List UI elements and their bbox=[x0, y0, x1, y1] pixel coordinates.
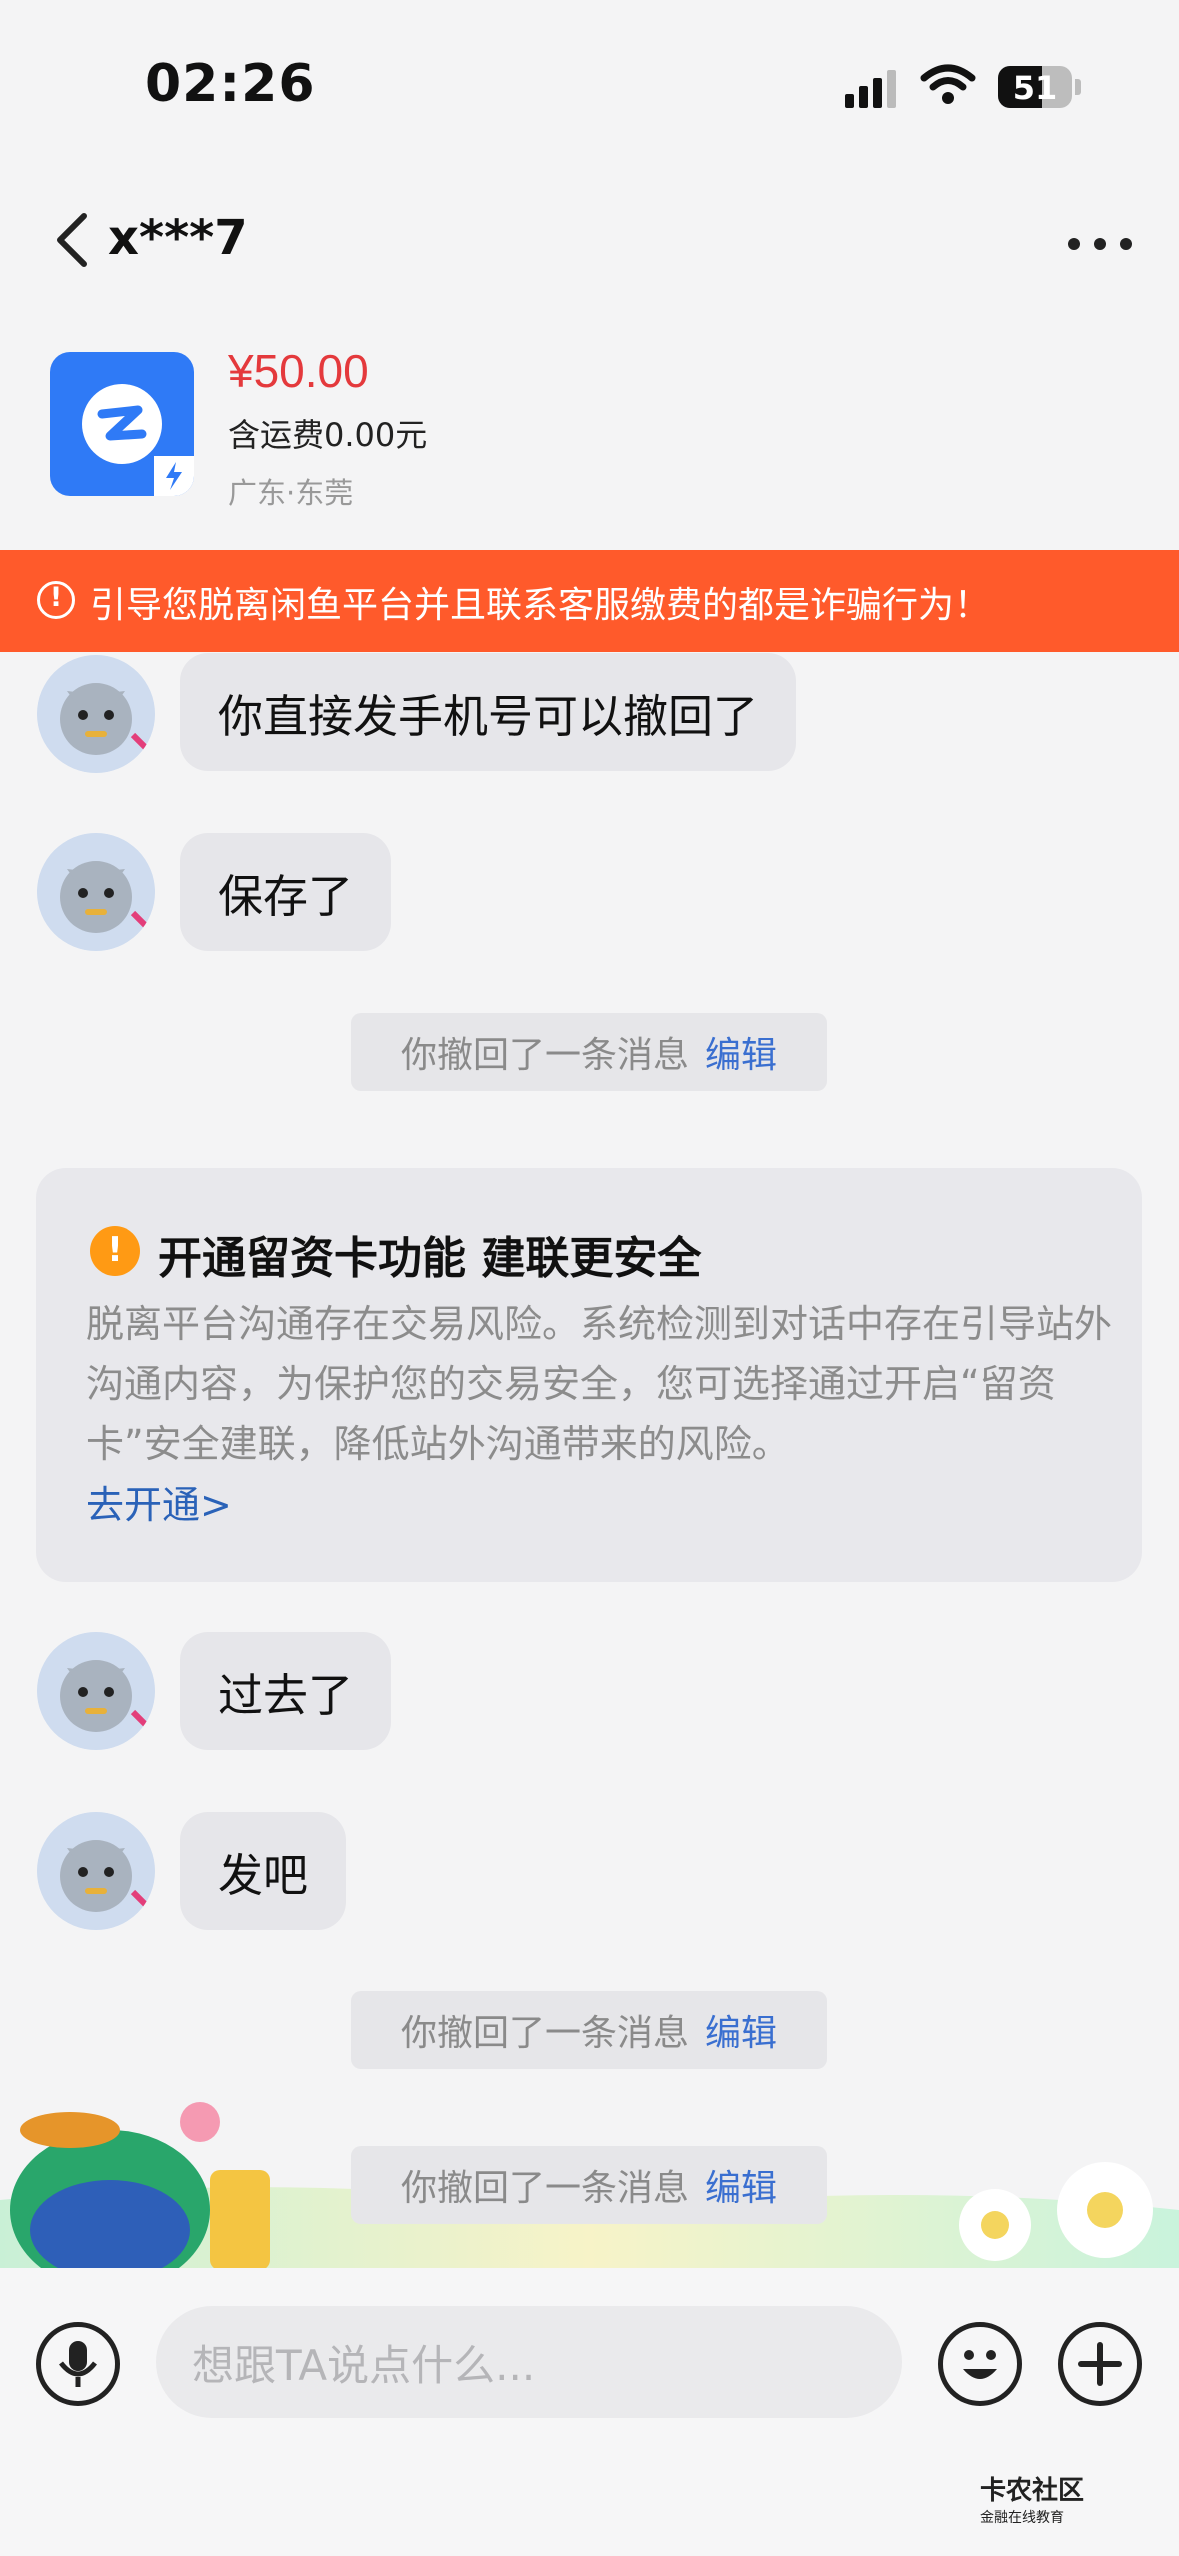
message-bubble[interactable]: 过去了 bbox=[180, 1632, 392, 1750]
battery-icon: 51 bbox=[998, 66, 1072, 108]
activate-link[interactable]: 去开通> bbox=[86, 1474, 232, 1529]
edit-link[interactable]: 编辑 bbox=[705, 1026, 777, 1078]
watermark-tagline: 金融在线教育 bbox=[980, 2510, 1064, 2526]
recall-text: 你撤回了一条消息 bbox=[400, 2168, 689, 2209]
battery-level: 51 bbox=[1012, 69, 1058, 107]
wifi-icon bbox=[920, 64, 976, 104]
message-input[interactable]: 想跟TA说点什么... bbox=[156, 2306, 902, 2418]
microphone-icon bbox=[59, 2341, 97, 2387]
warning-text: 引导您脱离闲鱼平台并且联系客服缴费的都是诈骗行为！ bbox=[90, 585, 991, 626]
shipping-fee: 含运费0.00元 bbox=[228, 416, 428, 454]
chat-title: x***7 bbox=[108, 210, 248, 266]
add-more-button[interactable] bbox=[1058, 2322, 1142, 2406]
product-app-icon[interactable] bbox=[50, 352, 194, 496]
fraud-warning-banner: 引导您脱离闲鱼平台并且联系客服缴费的都是诈骗行为！ bbox=[0, 550, 1179, 652]
recall-text: 你撤回了一条消息 bbox=[400, 1035, 689, 1076]
cellular-signal-icon bbox=[845, 68, 897, 108]
avatar[interactable] bbox=[37, 1812, 155, 1930]
recalled-message-notice: 你撤回了一条消息 编辑 bbox=[351, 1991, 827, 2069]
recalled-message-notice: 你撤回了一条消息 编辑 bbox=[351, 2146, 827, 2224]
more-options-icon[interactable] bbox=[1068, 238, 1132, 250]
avatar[interactable] bbox=[37, 833, 155, 951]
seller-location: 广东·东莞 bbox=[228, 476, 354, 510]
alert-icon bbox=[90, 1226, 140, 1276]
status-time: 02:26 bbox=[145, 54, 316, 114]
voice-input-button[interactable] bbox=[36, 2322, 120, 2406]
warning-icon bbox=[37, 581, 75, 619]
emoji-button[interactable] bbox=[938, 2322, 1022, 2406]
message-bubble[interactable]: 你直接发手机号可以撤回了 bbox=[180, 653, 797, 771]
recalled-message-notice: 你撤回了一条消息 编辑 bbox=[351, 1013, 827, 1091]
product-price: ¥50.00 bbox=[228, 345, 369, 397]
message-bubble[interactable]: 发吧 bbox=[180, 1812, 347, 1930]
avatar[interactable] bbox=[37, 1632, 155, 1750]
edit-link[interactable]: 编辑 bbox=[705, 2004, 777, 2056]
battery-tip bbox=[1075, 79, 1081, 95]
card-title: 开通留资卡功能 建联更安全 bbox=[158, 1233, 702, 1284]
smiley-icon bbox=[963, 2350, 997, 2379]
recall-text: 你撤回了一条消息 bbox=[400, 2013, 689, 2054]
message-bubble[interactable]: 保存了 bbox=[180, 833, 392, 951]
plus-icon bbox=[1078, 2342, 1122, 2386]
contact-card-promo: 开通留资卡功能 建联更安全 脱离平台沟通存在交易风险。系统检测到对话中存在引导站… bbox=[36, 1168, 1142, 1582]
card-body: 脱离平台沟通存在交易风险。系统检测到对话中存在引导站外沟通内容，为保护您的交易安… bbox=[86, 1302, 1113, 1466]
avatar[interactable] bbox=[37, 655, 155, 773]
watermark-name: 卡农社区 bbox=[980, 2476, 1085, 2506]
watermark: 卡农社区 金融在线教育 bbox=[980, 2470, 1084, 2527]
back-arrow-icon[interactable] bbox=[52, 210, 92, 270]
edit-link[interactable]: 编辑 bbox=[705, 2159, 777, 2211]
